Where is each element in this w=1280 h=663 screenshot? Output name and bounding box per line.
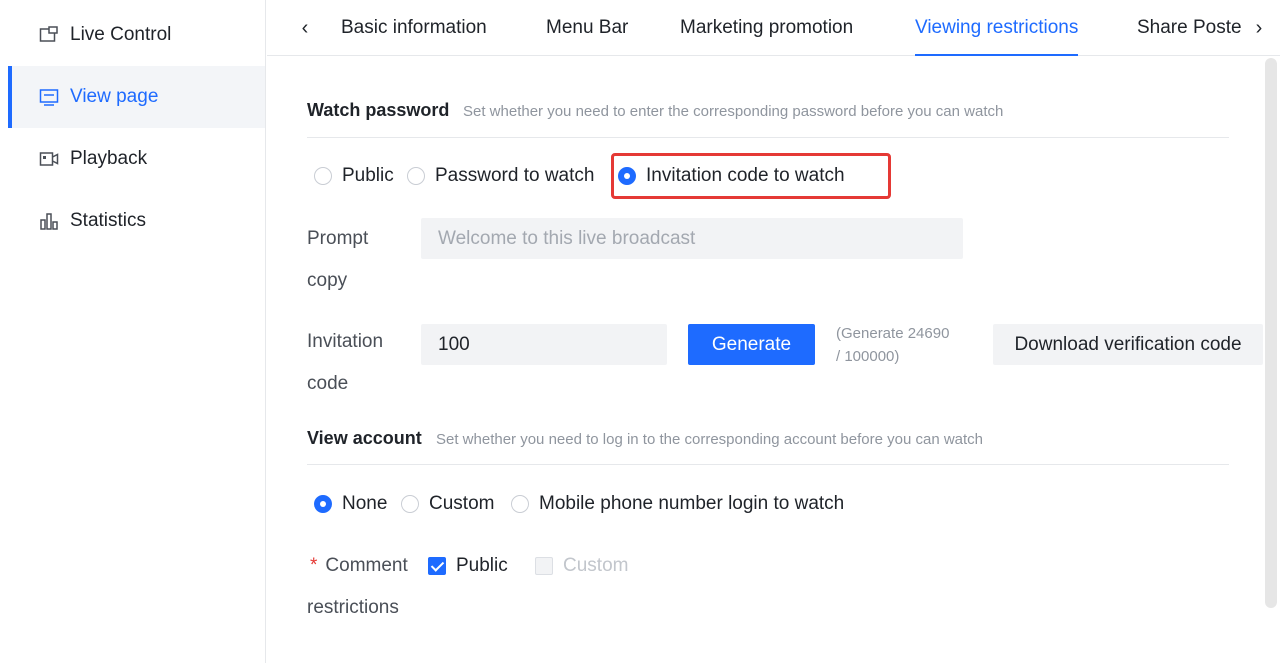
radio-label: Password to watch — [435, 165, 595, 186]
view-account-title: View account — [307, 428, 422, 448]
prompt-label-line2: copy — [307, 270, 348, 291]
radio-circle[interactable] — [401, 495, 419, 513]
generate-hint-line1: (Generate 24690 — [836, 325, 950, 342]
monitor-window-icon — [38, 24, 60, 46]
tab-menu-bar[interactable]: Menu Bar — [546, 0, 628, 56]
checkbox-label: Custom — [563, 555, 629, 576]
generate-hint-line2: / 100000) — [836, 348, 900, 365]
tab-bar: ‹ Basic information Menu Bar Marketing p… — [267, 0, 1280, 56]
invitation-label-line1: Invitation — [307, 331, 384, 352]
generate-button[interactable]: Generate — [688, 324, 815, 365]
sidebar-item-label: Live Control — [70, 24, 172, 45]
radio-circle[interactable] — [511, 495, 529, 513]
radio-custom[interactable]: Custom — [401, 493, 494, 515]
tab-share-poster[interactable]: Share Poste — [1137, 0, 1242, 56]
divider — [307, 137, 1229, 138]
invitation-label-line2: code — [307, 373, 349, 394]
sidebar-item-label: Playback — [70, 148, 148, 169]
required-asterisk: * — [310, 555, 318, 576]
label-text: Comment — [325, 555, 408, 576]
screen-icon — [38, 86, 60, 108]
highlight-box — [611, 153, 891, 199]
prompt-copy-input[interactable] — [421, 218, 963, 259]
tab-viewing-restrictions[interactable]: Viewing restrictions — [915, 0, 1079, 56]
radio-circle[interactable] — [314, 167, 332, 185]
sidebar-item-label: View page — [70, 86, 159, 107]
vertical-scrollbar[interactable] — [1265, 58, 1277, 608]
checkbox-custom: Custom — [535, 555, 628, 577]
download-verification-code-button[interactable]: Download verification code — [993, 324, 1263, 365]
sidebar-item-label: Statistics — [70, 210, 147, 231]
radio-circle[interactable] — [314, 495, 332, 513]
radio-label: Custom — [429, 493, 495, 514]
chevron-right-icon[interactable]: › — [1247, 14, 1271, 42]
radio-mobile-phone-login[interactable]: Mobile phone number login to watch — [511, 493, 844, 515]
checkbox-box — [535, 557, 553, 575]
radio-none[interactable]: None — [314, 493, 387, 515]
prompt-label-line1: Prompt — [307, 228, 369, 249]
radio-password-to-watch[interactable]: Password to watch — [407, 165, 594, 187]
radio-circle[interactable] — [407, 167, 425, 185]
chevron-left-icon[interactable]: ‹ — [293, 14, 317, 42]
view-account-description: Set whether you need to log in to the co… — [436, 431, 984, 448]
sidebar-item-view-page[interactable]: View page — [8, 66, 265, 128]
video-camera-icon — [38, 148, 60, 170]
sidebar-item-playback[interactable]: Playback — [8, 128, 265, 190]
comment-restrictions-label-line1: * Comment — [310, 545, 408, 587]
tab-marketing-promotion[interactable]: Marketing promotion — [680, 0, 853, 56]
tab-basic-information[interactable]: Basic information — [341, 0, 487, 56]
checkbox-label: Public — [456, 555, 508, 576]
watch-password-title: Watch password — [307, 100, 450, 120]
divider — [307, 464, 1229, 465]
radio-public[interactable]: Public — [314, 165, 394, 187]
invitation-code-input[interactable] — [421, 324, 667, 365]
bar-chart-icon — [38, 210, 60, 232]
sidebar-item-statistics[interactable]: Statistics — [8, 190, 265, 252]
checkbox-box[interactable] — [428, 557, 446, 575]
comment-restrictions-label-line2: restrictions — [307, 597, 399, 618]
radio-label: Public — [342, 165, 394, 186]
checkbox-public[interactable]: Public — [428, 555, 508, 577]
radio-label: None — [342, 493, 388, 514]
sidebar-item-live-control[interactable]: Live Control — [8, 4, 265, 66]
sidebar: Live Control View page Playback Statisti… — [0, 0, 266, 663]
watch-password-description: Set whether you need to enter the corres… — [463, 103, 1004, 120]
radio-label: Mobile phone number login to watch — [539, 493, 845, 514]
